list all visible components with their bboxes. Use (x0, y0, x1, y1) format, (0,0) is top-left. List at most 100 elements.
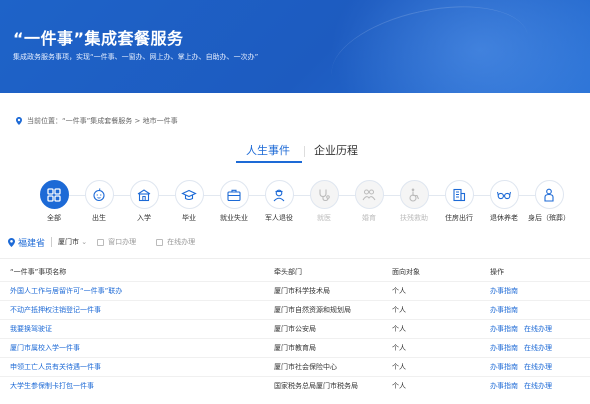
guide-link[interactable]: 办事指南 (490, 325, 518, 333)
divider (0, 258, 590, 259)
dept-cell: 厦门市自然资源和规划局 (274, 299, 392, 319)
category-retirement[interactable]: 退休养老 (482, 178, 526, 223)
service-name-link[interactable]: 我要换驾驶证 (10, 325, 52, 333)
column-header-dept: 牵头部门 (274, 267, 302, 276)
service-name-link[interactable]: 大学生参保制卡打包一件事 (10, 382, 94, 390)
online-handle-link[interactable]: 在线办理 (524, 325, 552, 333)
service-name-link[interactable]: 外国人工作与居留许可“一件事”联办 (10, 287, 122, 295)
online-handle-link[interactable]: 在线办理 (524, 382, 552, 390)
dept-cell: 国家税务总局厦门市税务局 (274, 375, 392, 395)
service-name-link[interactable]: 申领工亡人员有关待遇一件事 (10, 363, 101, 371)
couple-icon (362, 189, 376, 200)
building-icon (453, 188, 466, 201)
target-cell: 个人 (392, 299, 490, 319)
target-cell: 个人 (392, 337, 490, 357)
province-selector[interactable]: 福建省 (8, 236, 45, 249)
online-handling-checkbox[interactable] (156, 238, 164, 246)
category-label: 婚育 (362, 214, 376, 222)
stethoscope-icon (319, 189, 330, 201)
baby-icon (93, 187, 105, 201)
category-funeral[interactable]: 身后（殡葬） (527, 178, 571, 223)
banner-subtitle: 集成政务服务事项，实现“一件事、一窗办、网上办、掌上办、自助办、一次办” (13, 53, 259, 61)
category-housing[interactable]: 住房出行 (437, 178, 481, 223)
services-table: “一件事”事项名称 牵头部门 面向对象 操作 外国人工作与居留许可“一件事”联办… (0, 263, 590, 395)
header-banner: “一件事”集成套餐服务 集成政务服务事项，实现“一件事、一窗办、网上办、掌上办、… (0, 0, 590, 93)
filter-bar: 福建省 厦门市 ⌄ 窗口办理 在线办理 (8, 236, 215, 249)
top-tabs: 人生事件 企业历程 (0, 142, 590, 164)
breadcrumb-label: 当前位置： (27, 117, 62, 125)
briefcase-icon (227, 189, 241, 201)
guide-link[interactable]: 办事指南 (490, 382, 518, 390)
category-label: 住房出行 (445, 214, 473, 222)
dept-cell: 厦门市社会保险中心 (274, 356, 392, 376)
location-pin-icon (8, 237, 15, 247)
category-label: 出生 (92, 214, 106, 222)
target-cell: 个人 (392, 318, 490, 338)
column-header-name: “一件事”事项名称 (10, 267, 67, 276)
column-header-actions: 操作 (490, 267, 504, 276)
category-medical[interactable]: 就医 (302, 178, 346, 223)
guide-link[interactable]: 办事指南 (490, 287, 518, 295)
category-marriage[interactable]: 婚育 (347, 178, 391, 223)
target-cell: 个人 (392, 375, 490, 395)
soldier-icon (273, 189, 285, 201)
category-veteran[interactable]: 军人退役 (257, 178, 301, 223)
category-label: 就医 (317, 214, 331, 222)
dept-cell: 厦门市教育局 (274, 337, 392, 357)
service-name-link[interactable]: 厦门市属校入学一件事 (10, 344, 80, 352)
tab-divider (304, 146, 305, 157)
category-label: 就业失业 (220, 214, 248, 222)
city-dropdown[interactable]: 厦门市 ⌄ (58, 237, 87, 247)
table-row: 厦门市属校入学一件事 厦门市教育局 个人 办事指南 在线办理 (0, 337, 590, 357)
location-pin-icon (16, 117, 22, 125)
tab-enterprise[interactable]: 企业历程 (314, 142, 358, 158)
column-header-target: 面向对象 (392, 267, 420, 276)
category-birth[interactable]: 出生 (77, 178, 121, 223)
online-handle-link[interactable]: 在线办理 (524, 344, 552, 352)
table-row: 申领工亡人员有关待遇一件事 厦门市社会保险中心 个人 办事指南 在线办理 (0, 356, 590, 376)
tab-life-events[interactable]: 人生事件 (246, 142, 290, 158)
province-label: 福建省 (18, 238, 46, 249)
dept-cell: 厦门市公安局 (274, 318, 392, 338)
memorial-icon (544, 188, 554, 202)
guide-link[interactable]: 办事指南 (490, 363, 518, 371)
breadcrumb-path[interactable]: “一件事”集成套餐服务 > 地市一件事 (62, 116, 178, 126)
grid-icon (47, 187, 61, 202)
category-label: 扶残救助 (400, 214, 428, 222)
table-row: 外国人工作与居留许可“一件事”联办 厦门市科学技术局 个人 办事指南 (0, 280, 590, 300)
chevron-down-icon: ⌄ (81, 238, 88, 246)
wheelchair-icon (409, 188, 420, 202)
table-row: 大学生参保制卡打包一件事 国家税务总局厦门市税务局 个人 办事指南 在线办理 (0, 375, 590, 395)
category-disability-aid[interactable]: 扶残救助 (392, 178, 436, 223)
school-icon (137, 188, 151, 201)
table-header-row: “一件事”事项名称 牵头部门 面向对象 操作 (0, 263, 590, 281)
category-bar: 全部 出生 入学 毕业 就业失业 军人退役 就医 婚育 扶残救助 住房出行 退休 (0, 178, 590, 223)
guide-link[interactable]: 办事指南 (490, 344, 518, 352)
online-handling-label: 在线办理 (167, 238, 196, 246)
category-label: 入学 (137, 214, 151, 222)
category-graduation[interactable]: 毕业 (167, 178, 211, 223)
window-handling-checkbox[interactable] (97, 238, 105, 246)
category-label: 军人退役 (265, 214, 293, 222)
table-row: 我要换驾驶证 厦门市公安局 个人 办事指南 在线办理 (0, 318, 590, 338)
table-row: 不动产抵押权注销登记一件事 厦门市自然资源和规划局 个人 办事指南 (0, 299, 590, 319)
category-employment[interactable]: 就业失业 (212, 178, 256, 223)
glasses-icon (497, 191, 511, 199)
guide-link[interactable]: 办事指南 (490, 306, 518, 314)
dept-cell: 厦门市科学技术局 (274, 280, 392, 300)
target-cell: 个人 (392, 356, 490, 376)
online-handle-link[interactable]: 在线办理 (524, 363, 552, 371)
service-name-link[interactable]: 不动产抵押权注销登记一件事 (10, 306, 101, 314)
category-label: 全部 (47, 214, 61, 222)
category-all[interactable]: 全部 (32, 178, 76, 223)
filter-divider (51, 237, 53, 247)
active-tab-underline (236, 161, 302, 163)
category-label: 毕业 (182, 214, 196, 222)
city-label: 厦门市 (58, 238, 80, 246)
category-school[interactable]: 入学 (122, 178, 166, 223)
breadcrumb: 当前位置： “一件事”集成套餐服务 > 地市一件事 (16, 116, 178, 126)
window-handling-label: 窗口办理 (108, 238, 137, 246)
target-cell: 个人 (392, 280, 490, 300)
category-label: 退休养老 (490, 214, 518, 222)
category-label: 身后（殡葬） (528, 214, 570, 222)
